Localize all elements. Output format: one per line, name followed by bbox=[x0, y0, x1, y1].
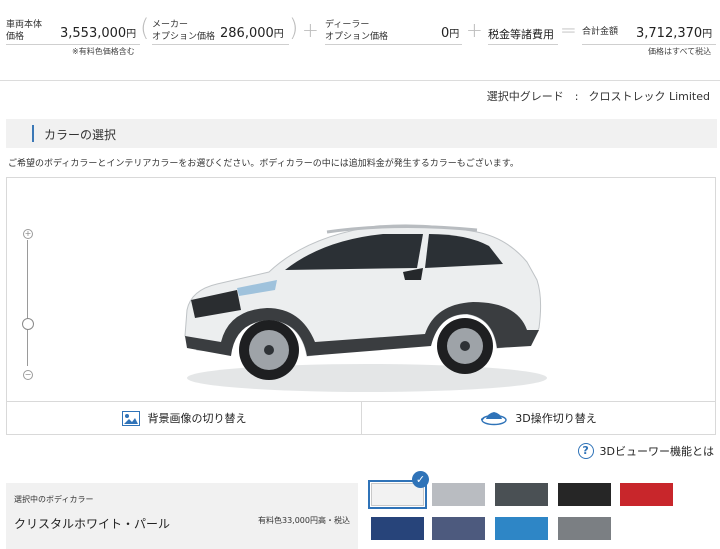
body-price-value: 3,553,000円 bbox=[60, 26, 137, 41]
dealer-option-label: ディーラー オプション価格 bbox=[325, 20, 389, 42]
plus-sign: + bbox=[302, 18, 319, 42]
color-swatch[interactable] bbox=[620, 483, 673, 506]
color-swatch[interactable] bbox=[495, 483, 548, 506]
background-toggle-button[interactable]: 背景画像の切り替え bbox=[7, 402, 362, 434]
body-price-label: 車両本体 価格 bbox=[6, 20, 43, 42]
help-label: 3Dビューワー機能とは bbox=[599, 445, 714, 458]
image-icon bbox=[121, 410, 140, 426]
equals-sign: = bbox=[560, 18, 577, 42]
tax-fees-label: 税金等諸費用 bbox=[488, 28, 554, 41]
selected-grade: 選択中グレード : クロストレック Limited bbox=[487, 88, 710, 104]
zoom-in-icon[interactable]: + bbox=[23, 229, 33, 239]
section-title: カラーの選択 bbox=[44, 128, 117, 142]
color-section-header: カラーの選択 bbox=[6, 119, 717, 148]
color-swatch[interactable] bbox=[558, 483, 611, 506]
3d-control-toggle-label: 3D操作切り替え bbox=[515, 412, 597, 425]
selected-body-color-panel: 選択中のボディカラー クリスタルホワイト・パール 有料色33,000円高・税込 bbox=[6, 483, 358, 549]
grade-label: 選択中グレード : bbox=[486, 90, 579, 103]
3d-control-toggle-button[interactable]: 3D操作切り替え bbox=[362, 402, 716, 434]
color-swatch[interactable] bbox=[495, 517, 548, 540]
total-label: 合計金額 bbox=[582, 27, 619, 37]
selected-check-icon: ✓ bbox=[412, 471, 429, 488]
color-description: ご希望のボディカラーとインテリアカラーをお選びください。ボディカラーの中には追加… bbox=[8, 159, 519, 169]
color-swatch[interactable] bbox=[558, 517, 611, 540]
section-accent-bar bbox=[32, 125, 34, 142]
divider bbox=[325, 44, 462, 45]
3d-car-viewer[interactable]: + − 背景画像の切り替え 3D操作切り替え bbox=[6, 177, 716, 435]
viewer-button-bar: 背景画像の切り替え 3D操作切り替え bbox=[7, 401, 715, 434]
plus-sign: + bbox=[466, 18, 483, 42]
color-swatch[interactable] bbox=[371, 517, 424, 540]
body-color-price-note: 有料色33,000円高・税込 bbox=[258, 516, 350, 525]
divider bbox=[488, 44, 558, 45]
color-swatch[interactable] bbox=[432, 517, 485, 540]
paren-open: ( bbox=[140, 14, 150, 42]
body-color-name: クリスタルホワイト・パール bbox=[14, 517, 171, 531]
total-note: 価格はすべて税込 bbox=[648, 47, 712, 56]
3d-rotate-icon bbox=[481, 412, 507, 426]
car-image[interactable] bbox=[177, 218, 557, 398]
divider bbox=[582, 44, 716, 45]
body-color-label: 選択中のボディカラー bbox=[14, 495, 94, 504]
price-summary-bar: 車両本体 価格 3,553,000円 ※有料色価格含む ( メーカー オプション価格… bbox=[0, 0, 720, 81]
maker-option-label: メーカー オプション価格 bbox=[152, 20, 216, 42]
body-price-note: ※有料色価格含む bbox=[72, 47, 135, 56]
divider bbox=[6, 44, 140, 45]
question-icon: ? bbox=[577, 443, 594, 459]
total-value: 3,712,370円 bbox=[636, 26, 713, 41]
background-toggle-label: 背景画像の切り替え bbox=[147, 412, 247, 425]
zoom-out-icon[interactable]: − bbox=[23, 370, 33, 380]
grade-name: クロストレック Limited bbox=[588, 90, 710, 103]
paren-close: ) bbox=[289, 14, 299, 42]
divider bbox=[152, 44, 289, 45]
maker-option-value: 286,000円 bbox=[220, 26, 284, 41]
3d-viewer-help-link[interactable]: ? 3Dビューワー機能とは bbox=[577, 443, 714, 459]
zoom-slider-handle[interactable] bbox=[22, 318, 34, 331]
dealer-option-value: 0円 bbox=[441, 26, 460, 41]
zoom-slider-track[interactable] bbox=[27, 240, 28, 366]
color-swatch[interactable] bbox=[432, 483, 485, 506]
